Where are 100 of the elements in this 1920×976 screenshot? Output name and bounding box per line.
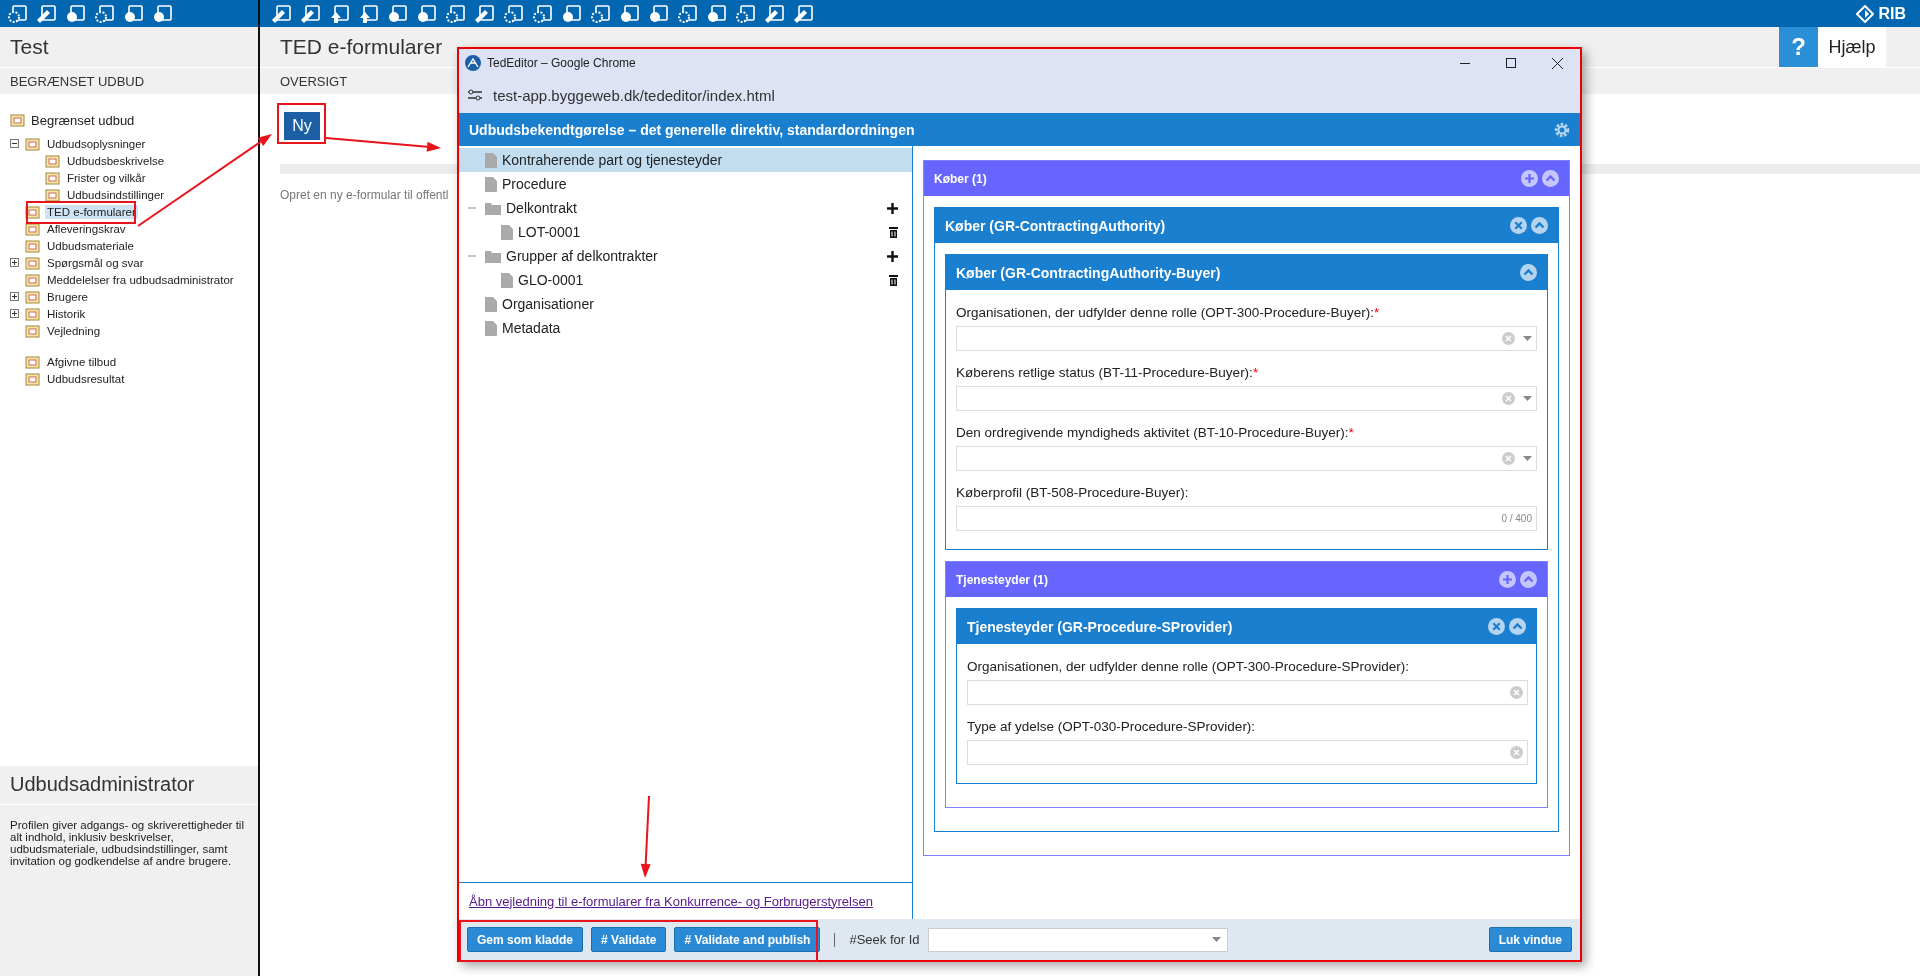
page-icon <box>501 224 513 240</box>
tree-item[interactable]: Afleveringskrav <box>45 221 128 236</box>
document-icon[interactable] <box>647 3 669 24</box>
field-label: Organisationen, der udfylder denne rolle (OPT-300-Procedure-Buyer): <box>956 305 1374 320</box>
document-icon <box>25 221 40 236</box>
plus-icon[interactable] <box>887 202 898 214</box>
chevron-up-circle-icon[interactable] <box>1531 217 1548 234</box>
pencil-icon[interactable] <box>792 3 814 24</box>
tree-item[interactable]: LOT-0001 <box>459 220 912 244</box>
document-icon <box>45 153 60 168</box>
field-label: Den ordregivende myndigheds aktivitet (BT-10-Procedure-Buyer): <box>956 425 1349 440</box>
caret-icon[interactable] <box>1523 336 1532 341</box>
upload-icon[interactable] <box>357 3 379 24</box>
settings-sliders-icon[interactable] <box>467 88 483 102</box>
tree-item[interactable]: TED e-formularer <box>45 204 138 219</box>
document-icon[interactable] <box>64 3 86 24</box>
pencil-icon[interactable] <box>473 3 495 24</box>
tree-item[interactable]: Vejledning <box>45 323 103 338</box>
select-field[interactable] <box>956 326 1537 351</box>
plus-icon[interactable] <box>887 250 898 262</box>
select-field[interactable] <box>956 386 1537 411</box>
tree-item[interactable]: Delkontrakt <box>459 196 912 220</box>
tree-item[interactable]: Frister og vilkår <box>65 170 148 185</box>
close-circle-icon[interactable] <box>1510 217 1527 234</box>
tree-item[interactable]: Metadata <box>459 316 912 340</box>
logo-text: RIB <box>1878 4 1906 23</box>
chevron-up-circle-icon[interactable] <box>1520 571 1537 588</box>
minimize-icon[interactable] <box>1460 62 1470 64</box>
action-button[interactable]: # Validate <box>591 927 667 952</box>
document-icon <box>25 323 40 338</box>
pencil-icon[interactable] <box>270 3 292 24</box>
tree-item[interactable]: Historik <box>45 306 88 321</box>
folder-icon <box>485 249 501 263</box>
document-icon[interactable] <box>386 3 408 24</box>
document-icon[interactable] <box>705 3 727 24</box>
section-title: Tjenesteyder (GR-Procedure-SProvider) <box>967 618 1233 635</box>
tree-item[interactable]: GLO-0001 <box>459 268 912 292</box>
tree-item[interactable]: Udbudsoplysninger <box>45 136 148 151</box>
maximize-icon[interactable] <box>1506 58 1516 68</box>
caret-icon[interactable] <box>1523 456 1532 461</box>
document-icon[interactable] <box>151 3 173 24</box>
close-icon[interactable] <box>1551 57 1563 69</box>
close-circle-icon[interactable] <box>1488 618 1505 635</box>
page-title: TED e-formularer <box>280 35 443 59</box>
trash-icon[interactable] <box>889 274 898 286</box>
action-button[interactable]: Gem som kladde <box>467 927 584 952</box>
select-field[interactable] <box>956 446 1537 471</box>
document-icon[interactable] <box>618 3 640 24</box>
text-field[interactable] <box>967 680 1528 705</box>
page-icon <box>485 176 497 192</box>
upload-icon[interactable] <box>328 3 350 24</box>
tree-item[interactable]: Organisationer <box>459 292 912 316</box>
editor-title: Udbudsbekendtgørelse – det generelle direktiv, standardordningen <box>469 121 915 138</box>
tree-item[interactable]: Udbudsbeskrivelse <box>65 153 167 168</box>
new-button[interactable]: Ny <box>284 112 320 140</box>
trash-icon[interactable] <box>889 226 898 238</box>
tree-item[interactable]: Udbudsmateriale <box>45 238 136 253</box>
close-window-button[interactable]: Luk vindue <box>1488 927 1572 952</box>
plus-circle-icon[interactable] <box>1521 170 1538 187</box>
pencil-icon[interactable] <box>299 3 321 24</box>
page-icon <box>501 272 513 288</box>
tree-root[interactable]: Begrænset udbud <box>31 112 135 128</box>
help-icon[interactable]: ? <box>1779 27 1818 67</box>
document-icon[interactable] <box>122 3 144 24</box>
tree-item[interactable]: Udbudsresultat <box>45 371 127 386</box>
document-icon <box>25 306 40 321</box>
tree-item[interactable]: Spørgsmål og svar <box>45 255 146 270</box>
tree-item[interactable]: Procedure <box>459 172 912 196</box>
required-mark: * <box>1348 425 1354 440</box>
expand-icon[interactable] <box>10 258 19 267</box>
tree-item[interactable]: Afgivne tilbud <box>45 354 119 369</box>
help-button[interactable]: Hjælp <box>1818 27 1886 67</box>
field-label: Køberens retlige status (BT-11-Procedure-Buyer): <box>956 365 1253 380</box>
page-icon <box>485 296 497 312</box>
pencil-icon[interactable] <box>35 3 57 24</box>
caret-icon[interactable] <box>1523 396 1532 401</box>
tree-item[interactable]: Udbudsindstillinger <box>65 187 167 202</box>
tree-item[interactable]: Kontraherende part og tjenesteyder <box>459 148 912 172</box>
chevron-up-circle-icon[interactable] <box>1542 170 1559 187</box>
text-field[interactable] <box>967 740 1528 765</box>
caret-icon[interactable] <box>1211 937 1221 942</box>
chevron-up-circle-icon[interactable] <box>1509 618 1526 635</box>
pencil-icon[interactable] <box>763 3 785 24</box>
settings-icon[interactable] <box>1554 121 1570 138</box>
text-field[interactable]: 0 / 400 <box>956 506 1537 531</box>
seek-field[interactable] <box>927 927 1228 952</box>
tree-item[interactable]: Brugere <box>45 289 90 304</box>
tree-item[interactable]: Meddelelser fra udbudsadministrator <box>45 272 236 287</box>
expand-icon[interactable] <box>10 292 19 301</box>
tree-item[interactable]: Grupper af delkontrakter <box>459 244 912 268</box>
expand-icon[interactable] <box>10 309 19 318</box>
chevron-up-circle-icon[interactable] <box>1520 264 1537 281</box>
plus-circle-icon[interactable] <box>1499 571 1516 588</box>
document-icon[interactable] <box>415 3 437 24</box>
document-icon[interactable] <box>560 3 582 24</box>
page-icon <box>485 152 497 168</box>
collapse-icon[interactable] <box>10 139 19 148</box>
guide-link[interactable]: Åbn vejledning til e-formularer fra Konkurrence- og Forbrugerstyrelsen <box>469 893 873 909</box>
document-icon <box>25 238 40 253</box>
action-button[interactable]: # Validate and publish <box>674 927 821 952</box>
